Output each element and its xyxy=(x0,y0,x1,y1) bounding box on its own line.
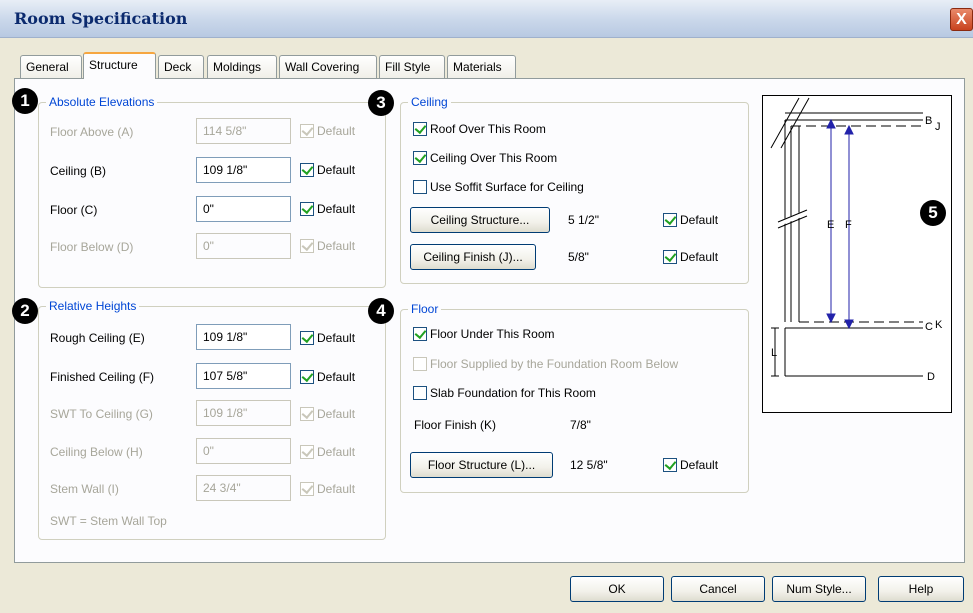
stem-wall-field[interactable]: 24 3/4" xyxy=(196,475,291,501)
ceiling-b-field[interactable]: 109 1/8" xyxy=(196,157,291,183)
checkmark-icon xyxy=(663,457,677,472)
checkmark-icon xyxy=(663,212,677,227)
checkmark-icon xyxy=(413,326,427,341)
swt-to-ceiling-default-checkbox[interactable]: Default xyxy=(300,406,355,422)
swt-to-ceiling-field[interactable]: 109 1/8" xyxy=(196,400,291,426)
checkmark-icon xyxy=(300,162,314,177)
floor-structure-value: 12 5/8" xyxy=(570,458,608,472)
tab-moldings[interactable]: Moldings xyxy=(207,55,277,78)
num-style-button[interactable]: Num Style... xyxy=(772,576,866,602)
checkmark-icon xyxy=(300,406,314,421)
floor-finish-label: Floor Finish (K) xyxy=(414,418,497,432)
ceiling-below-label: Ceiling Below (H) xyxy=(50,445,143,459)
help-button[interactable]: Help xyxy=(878,576,964,602)
ceiling-below-field[interactable]: 0" xyxy=(196,438,291,464)
ceiling-structure-default-checkbox[interactable]: Default xyxy=(663,212,718,228)
finished-ceiling-default-checkbox[interactable]: Default xyxy=(300,369,355,385)
stem-wall-label: Stem Wall (I) xyxy=(50,482,119,496)
floor-structure-default-checkbox[interactable]: Default xyxy=(663,457,718,473)
label-j: J xyxy=(935,121,941,133)
relative-heights-title: Relative Heights xyxy=(46,299,140,313)
floor-below-field[interactable]: 0" xyxy=(196,233,291,259)
floor-finish-value: 7/8" xyxy=(570,418,591,432)
ceiling-group-title: Ceiling xyxy=(408,95,451,109)
checkmark-icon xyxy=(300,123,314,138)
room-section-drawing: B J E F C K L D xyxy=(770,97,943,383)
tab-wall-covering[interactable]: Wall Covering xyxy=(279,55,377,78)
floor-c-default-checkbox[interactable]: Default xyxy=(300,201,355,217)
callout-1-icon: 1 xyxy=(12,88,38,114)
label-d: D xyxy=(927,371,935,383)
floor-above-field[interactable]: 114 5/8" xyxy=(196,118,291,144)
tab-deck[interactable]: Deck xyxy=(158,55,204,78)
callout-2-icon: 2 xyxy=(12,298,38,324)
callout-5-icon: 5 xyxy=(920,200,946,226)
label-b: B xyxy=(925,115,932,127)
soffit-surface-checkbox[interactable]: Use Soffit Surface for Ceiling xyxy=(413,179,584,195)
ceiling-b-default-checkbox[interactable]: Default xyxy=(300,162,355,178)
label-c: C xyxy=(925,321,933,333)
floor-below-label: Floor Below (D) xyxy=(50,240,134,254)
floor-below-default-checkbox[interactable]: Default xyxy=(300,238,355,254)
foundation-supplied-checkbox[interactable]: Floor Supplied by the Foundation Room Be… xyxy=(413,356,678,372)
floor-structure-button[interactable]: Floor Structure (L)... xyxy=(410,452,553,478)
tab-fill-style[interactable]: Fill Style xyxy=(379,55,445,78)
label-k: K xyxy=(935,319,943,331)
ceiling-below-default-checkbox[interactable]: Default xyxy=(300,444,355,460)
checkmark-icon xyxy=(663,249,677,264)
checkmark-icon xyxy=(413,121,427,136)
label-l: L xyxy=(771,347,777,359)
tab-general[interactable]: General xyxy=(20,55,82,78)
swt-note: SWT = Stem Wall Top xyxy=(50,514,167,528)
ceiling-finish-value: 5/8" xyxy=(568,250,589,264)
ok-button[interactable]: OK xyxy=(570,576,664,602)
tab-materials[interactable]: Materials xyxy=(447,55,516,78)
tab-structure[interactable]: Structure xyxy=(83,52,156,79)
checkmark-icon xyxy=(300,330,314,345)
roof-over-room-checkbox[interactable]: Roof Over This Room xyxy=(413,121,546,137)
callout-3-icon: 3 xyxy=(368,90,394,116)
label-f: F xyxy=(845,219,852,231)
ceiling-finish-button[interactable]: Ceiling Finish (J)... xyxy=(410,244,536,270)
ceiling-structure-value: 5 1/2" xyxy=(568,213,599,227)
window-title: Room Specification xyxy=(14,9,188,28)
floor-under-room-checkbox[interactable]: Floor Under This Room xyxy=(413,326,555,342)
finished-ceiling-label: Finished Ceiling (F) xyxy=(50,370,155,384)
callout-4-icon: 4 xyxy=(368,298,394,324)
cancel-button[interactable]: Cancel xyxy=(671,576,765,602)
checkmark-icon xyxy=(300,444,314,459)
stem-wall-default-checkbox[interactable]: Default xyxy=(300,481,355,497)
checkmark-icon xyxy=(300,238,314,253)
floor-above-default-checkbox[interactable]: Default xyxy=(300,123,355,139)
floor-c-label: Floor (C) xyxy=(50,203,98,217)
floor-c-field[interactable]: 0" xyxy=(196,196,291,222)
rough-ceiling-field[interactable]: 109 1/8" xyxy=(196,324,291,350)
checkmark-icon xyxy=(300,369,314,384)
ceiling-finish-default-checkbox[interactable]: Default xyxy=(663,249,718,265)
slab-foundation-checkbox[interactable]: Slab Foundation for This Room xyxy=(413,385,596,401)
label-e: E xyxy=(827,219,834,231)
title-bar: Room Specification X xyxy=(0,0,973,38)
close-button[interactable]: X xyxy=(950,8,973,31)
rough-ceiling-default-checkbox[interactable]: Default xyxy=(300,330,355,346)
checkmark-icon xyxy=(300,481,314,496)
rough-ceiling-label: Rough Ceiling (E) xyxy=(50,331,145,345)
floor-above-label: Floor Above (A) xyxy=(50,125,134,139)
finished-ceiling-field[interactable]: 107 5/8" xyxy=(196,363,291,389)
floor-group-title: Floor xyxy=(408,302,442,316)
ceiling-b-label: Ceiling (B) xyxy=(50,164,107,178)
swt-to-ceiling-label: SWT To Ceiling (G) xyxy=(50,407,153,421)
ceiling-structure-button[interactable]: Ceiling Structure... xyxy=(410,207,550,233)
checkmark-icon xyxy=(300,201,314,216)
checkmark-icon xyxy=(413,150,427,165)
absolute-elevations-title: Absolute Elevations xyxy=(46,95,158,109)
room-section-diagram: B J E F C K L D xyxy=(762,95,952,413)
ceiling-over-room-checkbox[interactable]: Ceiling Over This Room xyxy=(413,150,557,166)
